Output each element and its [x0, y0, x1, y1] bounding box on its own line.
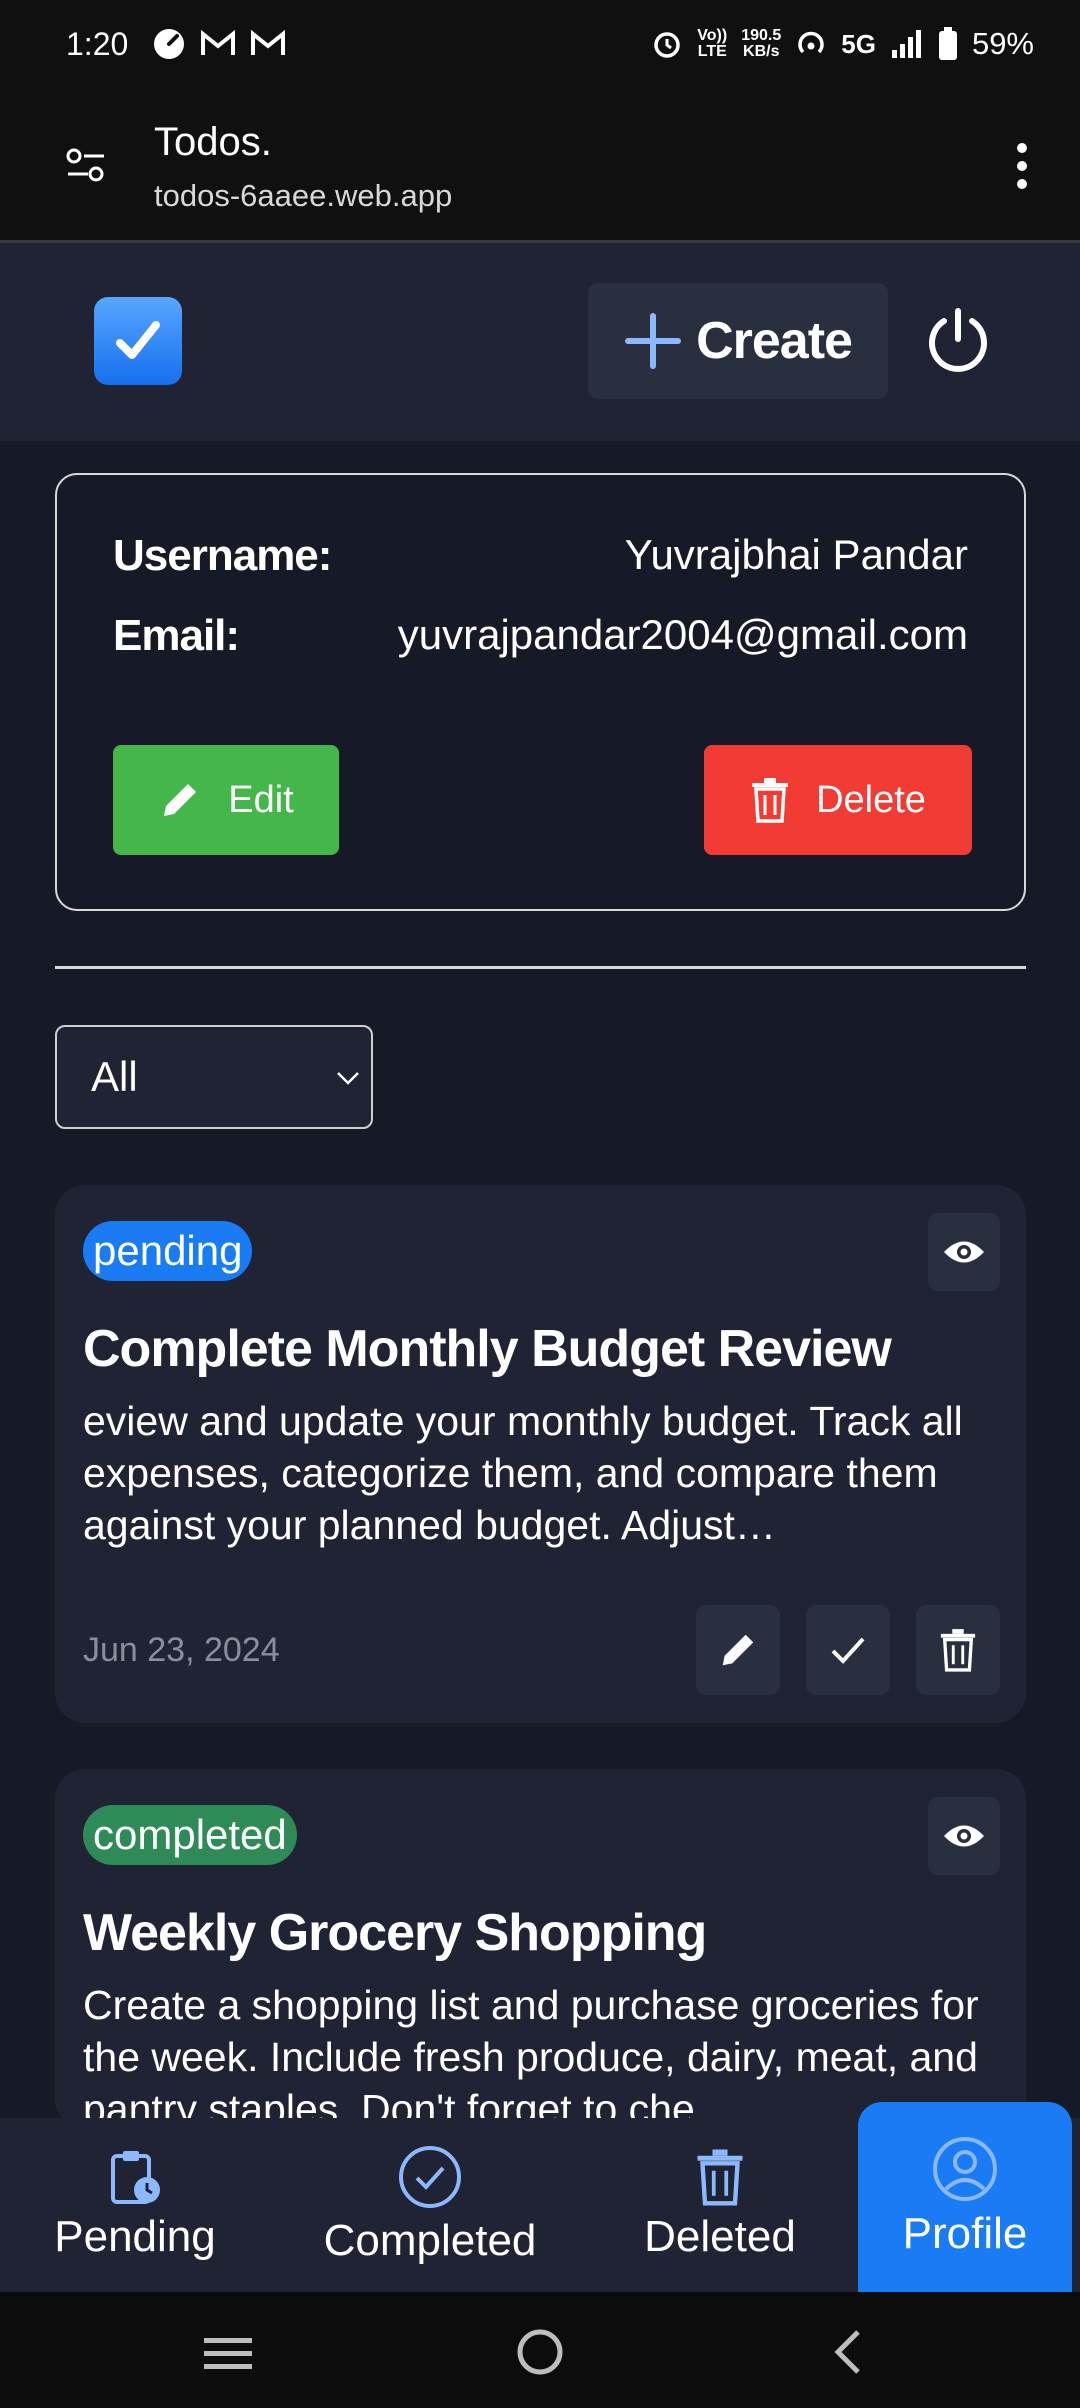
- trash-icon: [697, 2149, 743, 2206]
- checkmark-icon: [116, 321, 160, 359]
- pencil-icon: [164, 784, 197, 816]
- username-value: Yuvrajbhai Pandar: [624, 531, 968, 578]
- eye-icon: [944, 1825, 984, 1847]
- complete-todo-button[interactable]: [806, 1605, 890, 1695]
- create-label: Create: [696, 312, 853, 370]
- browser-page-title: Todos.: [154, 120, 272, 164]
- todo-card: pending Complete Monthly Budget Review e…: [55, 1185, 1026, 1723]
- divider: [55, 966, 1026, 969]
- email-value: yuvrajpandar2004@gmail.com: [397, 611, 968, 658]
- todo-date: Jun 23, 2024: [83, 1631, 280, 1669]
- nav-label-completed: Completed: [323, 2216, 537, 2265]
- clipboard-clock-icon: [111, 2151, 160, 2204]
- check-icon: [831, 1637, 865, 1664]
- system-navigation-bar: [0, 2292, 1080, 2408]
- logout-power-icon[interactable]: [922, 305, 994, 377]
- back-icon[interactable]: [830, 2328, 866, 2376]
- nav-label-profile: Profile: [902, 2209, 1028, 2258]
- eye-icon: [944, 1241, 984, 1263]
- battery-icon: [938, 27, 957, 60]
- network-speed: 190.5 KB/s: [741, 27, 782, 60]
- speedometer-icon: [154, 29, 185, 59]
- nav-label-deleted: Deleted: [644, 2212, 796, 2261]
- todo-description: Create a shopping list and purchase groc…: [83, 1982, 979, 2129]
- pencil-icon: [722, 1634, 754, 1666]
- plus-icon: [625, 313, 682, 369]
- profile-card: Username: Yuvrajbhai Pandar Email: yuvra…: [55, 473, 1026, 911]
- volte-indicator: Vo)) LTE: [697, 27, 728, 60]
- status-badge: completed: [83, 1805, 297, 1865]
- email-label: Email:: [113, 611, 240, 660]
- site-settings-icon[interactable]: [64, 144, 108, 188]
- todo-title: Weekly Grocery Shopping: [83, 1904, 707, 1962]
- gmail-icon: [201, 30, 236, 55]
- browser-url[interactable]: todos-6aaee.web.app: [154, 178, 452, 214]
- delete-profile-button[interactable]: Delete: [704, 745, 972, 855]
- todo-description: eview and update your monthly budget. Tr…: [83, 1398, 963, 1548]
- gmail-icon: [251, 30, 286, 55]
- chevron-down-icon: [337, 1072, 359, 1085]
- trash-icon: [752, 778, 789, 823]
- username-label: Username:: [113, 531, 332, 580]
- nav-item-completed[interactable]: Completed: [310, 2118, 550, 2292]
- signal-icon: [891, 30, 921, 58]
- edit-todo-button[interactable]: [696, 1605, 780, 1695]
- home-icon[interactable]: [516, 2328, 564, 2376]
- nav-item-profile[interactable]: Profile: [858, 2102, 1072, 2292]
- app-logo[interactable]: [94, 297, 182, 385]
- hotspot-icon: [798, 31, 825, 54]
- browser-bar: Todos. todos-6aaee.web.app: [0, 88, 1080, 243]
- status-bar: 1:20 Vo)) LTE 190.5 KB/s 5G 59%: [0, 0, 1080, 88]
- delete-todo-button[interactable]: [916, 1605, 1000, 1695]
- todo-card: completed Weekly Grocery Shopping Create…: [55, 1769, 1026, 2129]
- nav-label-pending: Pending: [54, 2212, 216, 2261]
- more-options-icon[interactable]: [1014, 140, 1030, 192]
- delete-label: Delete: [816, 778, 926, 821]
- todo-title: Complete Monthly Budget Review: [83, 1320, 892, 1378]
- create-button[interactable]: Create: [588, 283, 888, 399]
- view-todo-button[interactable]: [928, 1797, 1000, 1875]
- alarm-icon: [654, 32, 681, 58]
- battery-level: 59%: [971, 26, 1034, 61]
- nav-item-pending[interactable]: Pending: [40, 2118, 230, 2292]
- edit-profile-button[interactable]: Edit: [113, 745, 339, 855]
- account-circle-icon: [933, 2137, 997, 2201]
- status-filter-select[interactable]: All: [55, 1025, 373, 1129]
- app-header: Create: [0, 243, 1080, 441]
- view-todo-button[interactable]: [928, 1213, 1000, 1291]
- bottom-navigation: Pending Completed Deleted Profile: [0, 2102, 1080, 2292]
- filter-selected-value: All: [91, 1053, 138, 1100]
- nav-item-deleted[interactable]: Deleted: [630, 2118, 810, 2292]
- check-circle-icon: [399, 2146, 461, 2208]
- trash-icon: [940, 1629, 976, 1672]
- edit-label: Edit: [228, 778, 294, 821]
- network-type: 5G: [841, 28, 876, 59]
- status-time: 1:20: [66, 25, 129, 62]
- status-badge: pending: [83, 1221, 253, 1281]
- recent-apps-icon[interactable]: [202, 2334, 254, 2374]
